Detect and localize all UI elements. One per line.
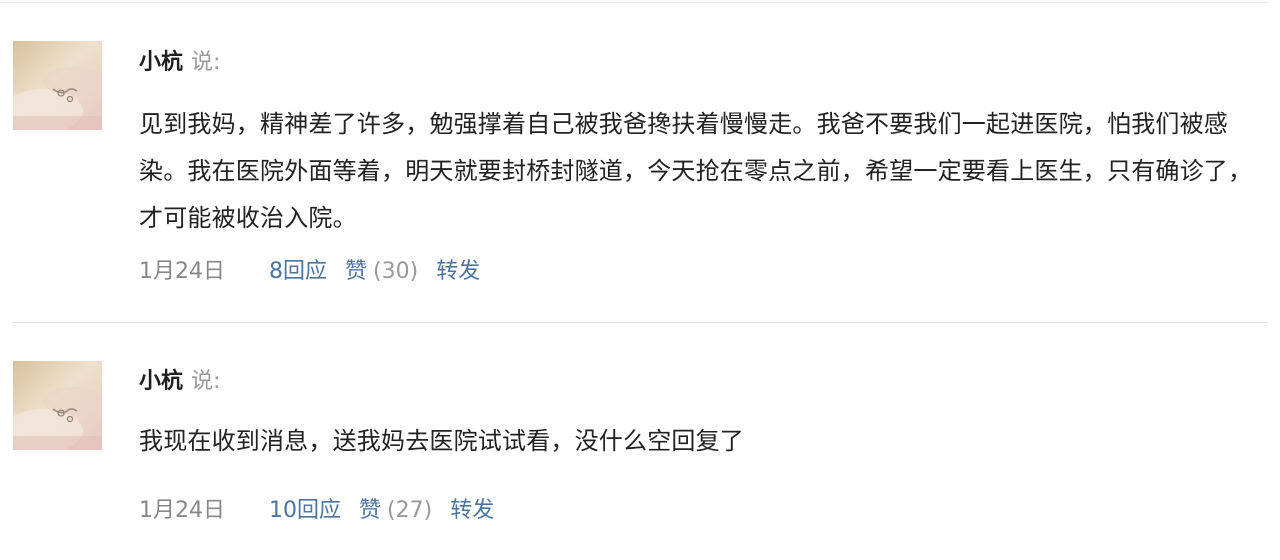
- author-line: 小杭 说:: [139, 367, 220, 397]
- avatar-image: [13, 41, 102, 130]
- like-count: (27): [387, 498, 433, 523]
- comment-meta: 1月24日 10回应赞 (27) 转发: [139, 496, 494, 526]
- user-avatar[interactable]: [13, 41, 102, 130]
- comment-text: 我现在收到消息，送我妈去医院试试看，没什么空回复了: [139, 427, 744, 455]
- comment-item: 小杭 说: 见到我妈，精神差了许多，勉强撑着自己被我爸搀扶着慢慢走。我爸不要我们一…: [0, 0, 1280, 322]
- share-button[interactable]: 转发: [436, 257, 480, 287]
- replies-link[interactable]: 8回应: [269, 257, 327, 287]
- like-button[interactable]: 赞 (30): [345, 257, 418, 287]
- like-button[interactable]: 赞 (27): [359, 496, 432, 526]
- author-name[interactable]: 小杭: [139, 50, 183, 75]
- say-label: 说:: [191, 369, 221, 394]
- like-count: (30): [373, 259, 419, 284]
- replies-link[interactable]: 10回应: [269, 496, 341, 526]
- comment-date: 1月24日: [139, 498, 225, 523]
- share-button[interactable]: 转发: [450, 496, 494, 526]
- comment-feed: 小杭 说: 见到我妈，精神差了许多，勉强撑着自己被我爸搀扶着慢慢走。我爸不要我们一…: [0, 0, 1280, 560]
- comment-date: 1月24日: [139, 259, 225, 284]
- comment-item: 小杭 说: 我现在收到消息，送我妈去医院试试看，没什么空回复了 1月24日 10回应…: [0, 322, 1280, 560]
- like-label: 赞: [345, 259, 368, 284]
- comment-meta: 1月24日 8回应赞 (30) 转发: [139, 257, 480, 287]
- user-avatar[interactable]: [13, 361, 102, 450]
- post-divider: [12, 322, 1268, 323]
- author-name[interactable]: 小杭: [139, 369, 183, 394]
- comment-text: 见到我妈，精神差了许多，勉强撑着自己被我爸搀扶着慢慢走。我爸不要我们一起进医院，…: [139, 110, 1253, 232]
- author-line: 小杭 说:: [139, 48, 220, 78]
- like-label: 赞: [359, 498, 382, 523]
- say-label: 说:: [191, 50, 221, 75]
- avatar-image: [13, 361, 102, 450]
